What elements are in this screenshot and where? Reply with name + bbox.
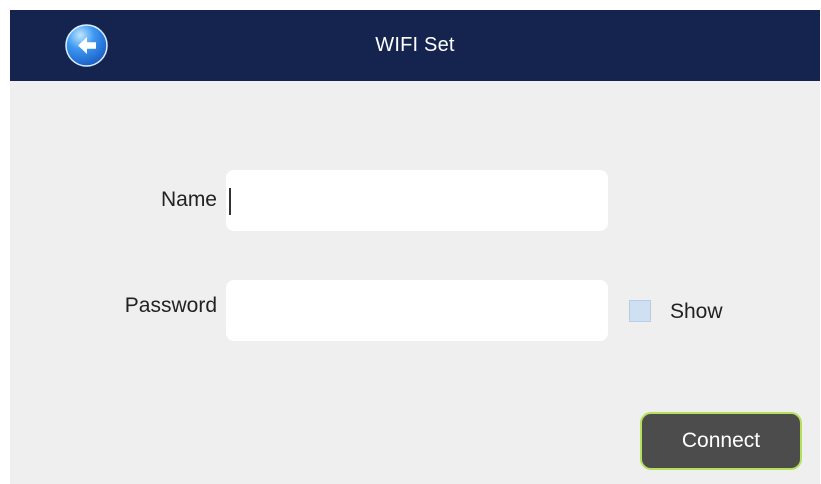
back-button[interactable] <box>65 24 108 67</box>
show-password-label: Show <box>670 300 723 323</box>
back-arrow-icon <box>65 24 108 67</box>
connect-button[interactable]: Connect <box>640 412 802 470</box>
wifi-settings-screen: WIFI Set Name Password Show Connect <box>10 10 820 484</box>
name-label: Name <box>160 188 217 211</box>
page-title: WIFI Set <box>375 34 455 56</box>
password-input[interactable] <box>226 280 608 341</box>
wifi-name-input[interactable] <box>226 170 608 231</box>
password-label: Password <box>124 294 217 317</box>
show-password-checkbox[interactable] <box>629 300 651 322</box>
text-cursor <box>229 188 231 215</box>
header-bar: WIFI Set <box>10 10 820 81</box>
